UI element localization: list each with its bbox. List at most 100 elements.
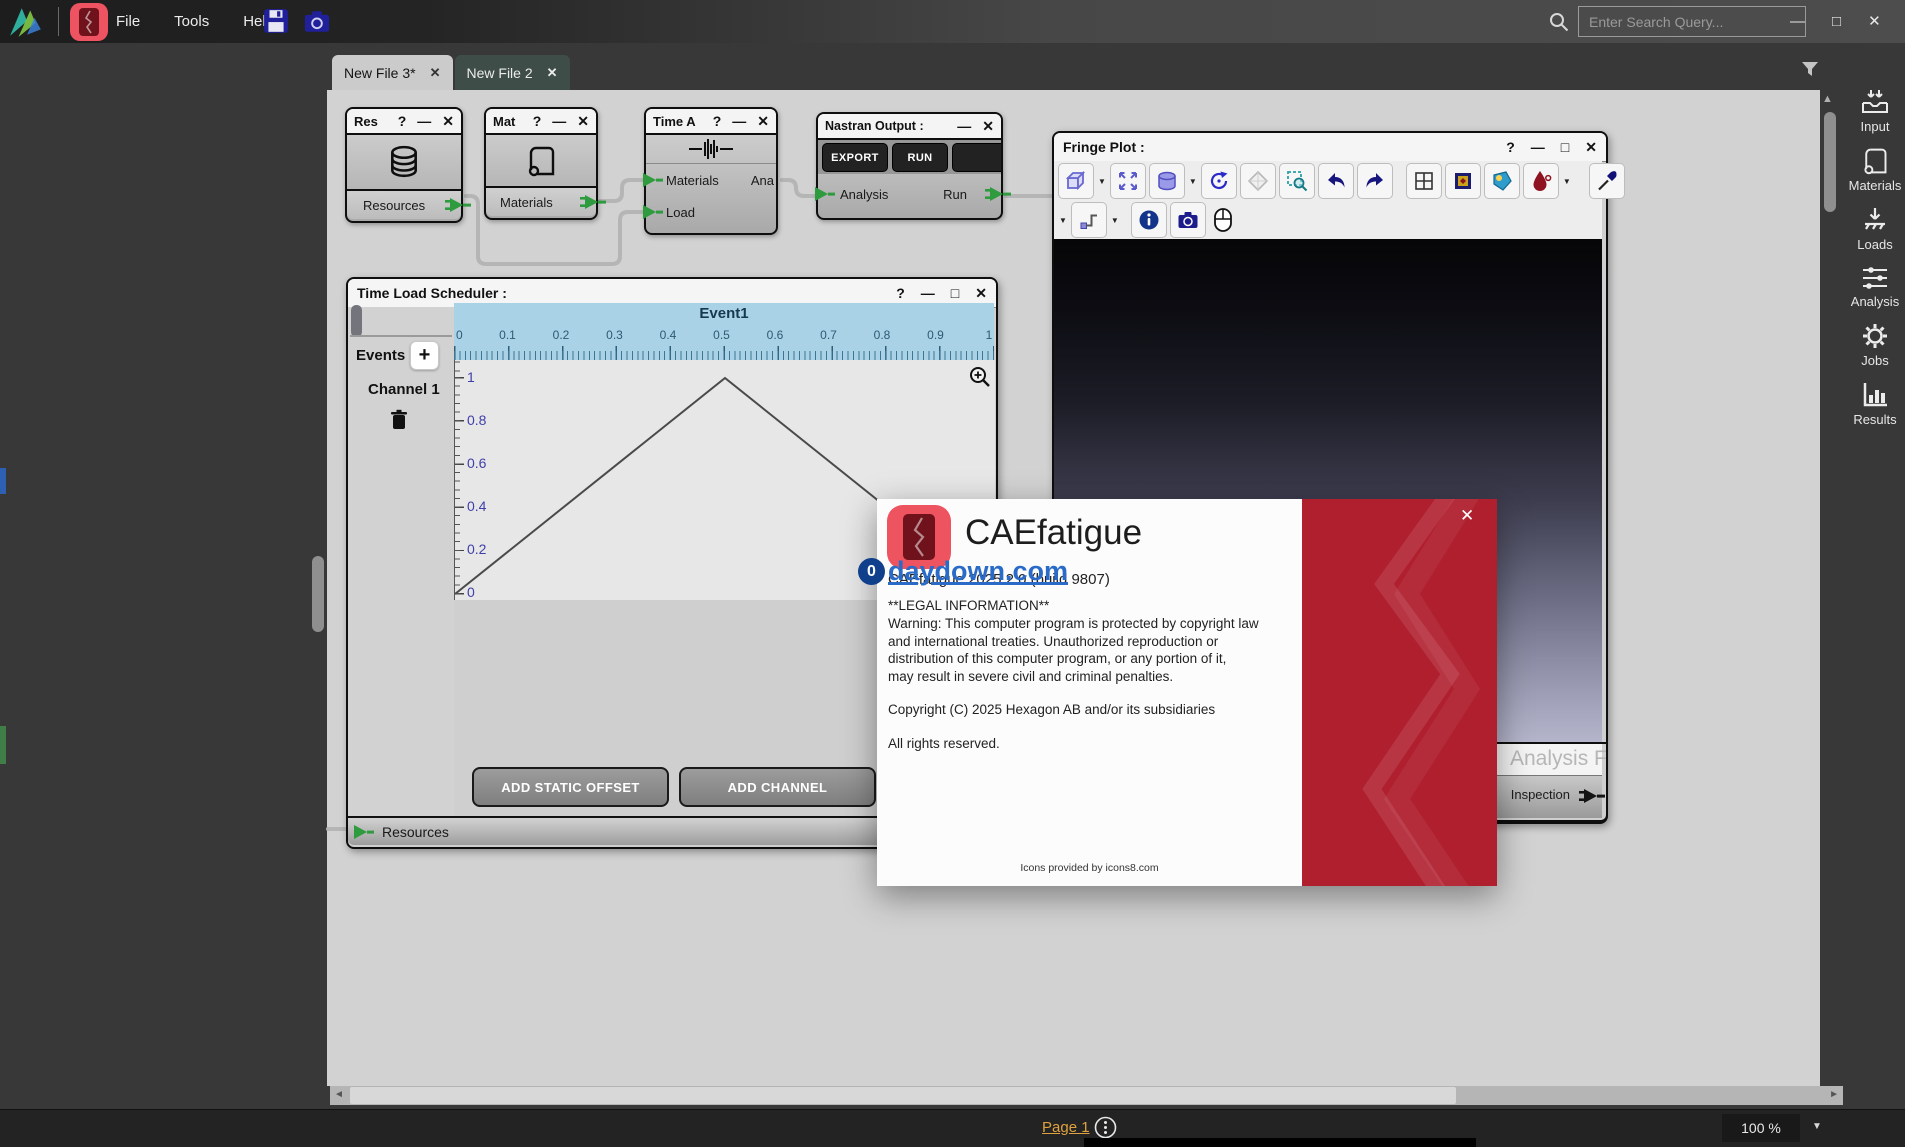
- close-button[interactable]: ✕: [1585, 140, 1597, 154]
- save-icon[interactable]: [263, 8, 289, 34]
- cylinder-view-button[interactable]: [1149, 163, 1185, 199]
- export-button[interactable]: EXPORT: [822, 143, 888, 172]
- dialog-close-icon[interactable]: ✕: [1460, 507, 1474, 524]
- fringe-droplet-button[interactable]: [1523, 163, 1559, 199]
- help-button[interactable]: ?: [533, 114, 542, 128]
- node-time-analysis[interactable]: Time A ? — ✕ Materials Ana Load: [644, 107, 778, 235]
- rotate-view-button[interactable]: [1201, 163, 1237, 199]
- node-titlebar[interactable]: Nastran Output : — ✕: [818, 114, 1001, 140]
- clipped-extra-button[interactable]: [952, 143, 1001, 172]
- view-cube-button[interactable]: [1058, 163, 1094, 199]
- scroll-right-arrow[interactable]: ►: [1829, 1089, 1839, 1100]
- node-nastran-output[interactable]: Nastran Output : — ✕ EXPORT RUN Analysis…: [816, 112, 1003, 220]
- help-button[interactable]: ?: [896, 286, 905, 300]
- run-button[interactable]: RUN: [892, 143, 948, 172]
- search-icon[interactable]: [1548, 11, 1570, 33]
- window-maximize-button[interactable]: □: [1832, 14, 1841, 29]
- fit-view-button[interactable]: [1110, 163, 1146, 199]
- zoom-dropdown-icon[interactable]: ▼: [1812, 1121, 1822, 1132]
- scrollbar-up-arrow[interactable]: ▲: [1822, 93, 1833, 105]
- scroll-left-arrow[interactable]: ◄: [334, 1089, 344, 1100]
- help-button[interactable]: ?: [398, 114, 407, 128]
- window-minimize-button[interactable]: —: [1790, 14, 1805, 29]
- tab-new-file-3[interactable]: New File 3* ✕: [332, 55, 453, 90]
- zoom-level-value[interactable]: 100 %: [1722, 1114, 1800, 1142]
- menu-tools[interactable]: Tools: [170, 13, 213, 30]
- help-button[interactable]: ?: [1506, 140, 1515, 154]
- edge-tab-green[interactable]: [0, 726, 6, 764]
- output-row: Resources: [347, 189, 461, 219]
- zoom-region-button[interactable]: [1279, 163, 1315, 199]
- chevron-down-icon[interactable]: ▼: [1098, 177, 1106, 186]
- add-event-button[interactable]: +: [410, 341, 439, 370]
- x-tick-label: 0.1: [499, 328, 516, 342]
- sidebar-item-materials[interactable]: Materials: [1849, 147, 1902, 193]
- clipping-box-button[interactable]: [1445, 163, 1481, 199]
- minimize-button[interactable]: —: [417, 114, 431, 128]
- tag-label-button[interactable]: [1484, 163, 1520, 199]
- grid-button[interactable]: [1406, 163, 1442, 199]
- close-button[interactable]: ✕: [577, 114, 589, 128]
- events-scrollbar-thumb[interactable]: [351, 305, 362, 337]
- chevron-down-icon[interactable]: ▼: [1189, 177, 1197, 186]
- filter-funnel-icon[interactable]: [1801, 61, 1819, 77]
- x-tick-label: 0.9: [927, 328, 944, 342]
- node-titlebar[interactable]: Mat ? — ✕: [486, 109, 596, 135]
- search-input[interactable]: [1578, 6, 1806, 37]
- snapshot-camera-button[interactable]: [1170, 202, 1206, 238]
- page-link[interactable]: Page 1: [1042, 1119, 1090, 1136]
- delete-channel-icon[interactable]: [390, 409, 408, 430]
- sidebar-item-jobs[interactable]: Jobs: [1861, 322, 1889, 368]
- footer-input-label: Resources: [382, 824, 449, 840]
- horizontal-scrollbar-thumb[interactable]: [350, 1087, 1456, 1104]
- chevron-down-icon[interactable]: ▼: [1059, 216, 1067, 225]
- zoom-plot-icon[interactable]: [969, 366, 991, 388]
- mouse-mode-icon[interactable]: [1213, 207, 1233, 233]
- left-scrollbar-thumb[interactable]: [312, 556, 324, 632]
- close-button[interactable]: ✕: [982, 119, 994, 133]
- sidebar-item-results[interactable]: Results: [1853, 381, 1896, 427]
- undo-button[interactable]: [1318, 163, 1354, 199]
- add-channel-button[interactable]: ADD CHANNEL: [679, 767, 876, 807]
- minimize-button[interactable]: —: [957, 119, 971, 133]
- output-label: Resources: [363, 198, 425, 213]
- node-titlebar[interactable]: Time A ? — ✕: [646, 109, 776, 135]
- node-titlebar[interactable]: Res ? — ✕: [347, 109, 461, 135]
- minimize-button[interactable]: —: [921, 286, 935, 300]
- close-button[interactable]: ✕: [757, 114, 769, 128]
- curve-probe-button[interactable]: [1071, 202, 1107, 238]
- chevron-down-icon[interactable]: ▼: [1111, 216, 1119, 225]
- minimize-button[interactable]: —: [732, 114, 746, 128]
- page-options-icon[interactable]: [1094, 1116, 1117, 1139]
- minimize-button[interactable]: —: [1531, 140, 1545, 154]
- window-close-button[interactable]: ✕: [1868, 14, 1881, 29]
- fringe-titlebar[interactable]: Fringe Plot : ? — □ ✕: [1054, 133, 1606, 162]
- sidebar-item-analysis[interactable]: Analysis: [1851, 265, 1899, 309]
- tab-new-file-2[interactable]: New File 2 ✕: [455, 55, 570, 90]
- maximize-button[interactable]: □: [951, 286, 959, 300]
- tab-close-icon[interactable]: ✕: [430, 65, 441, 81]
- menu-file[interactable]: File: [112, 13, 144, 30]
- node-resources[interactable]: Res ? — ✕ Resources: [345, 107, 463, 223]
- edge-tab-blue[interactable]: [0, 468, 6, 494]
- tab-close-icon[interactable]: ✕: [547, 65, 558, 81]
- help-button[interactable]: ?: [713, 114, 722, 128]
- info-button[interactable]: [1131, 202, 1167, 238]
- maximize-button[interactable]: □: [1561, 140, 1569, 154]
- sidebar-item-input[interactable]: Input: [1860, 88, 1890, 134]
- add-static-offset-button[interactable]: ADD STATIC OFFSET: [472, 767, 669, 807]
- close-button[interactable]: ✕: [975, 286, 987, 300]
- right-scrollbar-thumb[interactable]: [1824, 112, 1836, 212]
- redo-button[interactable]: [1357, 163, 1393, 199]
- node-materials[interactable]: Mat ? — ✕ Materials: [484, 107, 598, 220]
- watermark: 0 daydown.com: [858, 556, 1068, 587]
- screenshot-camera-icon[interactable]: [303, 10, 331, 33]
- minimize-button[interactable]: —: [552, 114, 566, 128]
- event-timeline-ruler[interactable]: Event1 0 0.1 0.2 0.3 0.4 0.5 0.6 0.7 0.8…: [454, 303, 994, 360]
- close-button[interactable]: ✕: [442, 114, 454, 128]
- iso-view-button[interactable]: [1240, 163, 1276, 199]
- chevron-down-icon[interactable]: ▼: [1563, 177, 1571, 186]
- horizontal-scrollbar[interactable]: ◄ ►: [330, 1086, 1843, 1105]
- eyedropper-button[interactable]: [1589, 163, 1625, 199]
- sidebar-item-loads[interactable]: Loads: [1857, 206, 1892, 252]
